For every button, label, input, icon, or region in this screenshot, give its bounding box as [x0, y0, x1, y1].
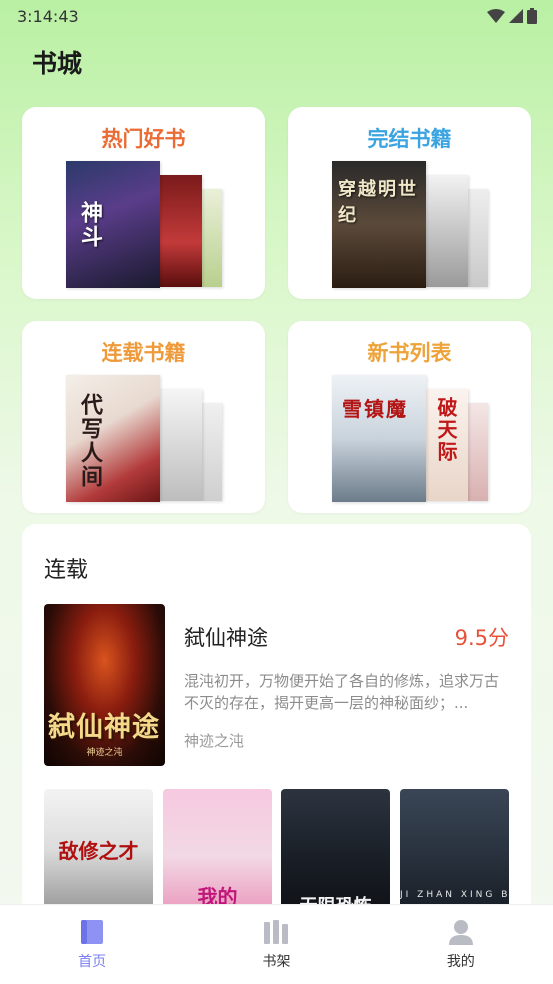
cover-title: 穿越明世纪	[338, 179, 418, 226]
category-title: 完结书籍	[367, 127, 452, 151]
status-icons	[487, 8, 537, 24]
book-thumb-title: JI ZHAN XING BU	[400, 890, 509, 900]
tab-label: 我的	[446, 954, 475, 970]
book-cover	[160, 175, 202, 287]
category-title: 连载书籍	[101, 341, 186, 365]
status-bar: 3:14:43	[0, 0, 553, 32]
featured-cover-title: 弑仙神途	[48, 712, 160, 743]
book-cover	[202, 403, 222, 501]
category-card-hot[interactable]: 热门好书 神斗	[22, 107, 265, 299]
book-cover: 代写人间	[66, 375, 160, 502]
section-title: 连载	[44, 558, 89, 583]
featured-book-description: 混沌初开，万物便开始了各自的修炼，追求万古不灭的存在，揭开更高一层的神秘面纱；.…	[184, 672, 500, 712]
page-title: 书城	[32, 49, 83, 78]
tab-profile[interactable]: 我的	[369, 905, 553, 984]
cover-stack: 穿越明世纪	[332, 161, 492, 289]
book-thumb-title: 敌修之才	[58, 839, 139, 863]
book-cover: 穿越明世纪	[332, 161, 426, 288]
wifi-icon	[487, 9, 505, 23]
book-icon	[81, 920, 104, 944]
bookshelf-icon	[264, 920, 289, 944]
status-time: 3:14:43	[17, 6, 79, 26]
book-cover	[160, 389, 202, 501]
cover-title: 破天际	[434, 397, 458, 463]
book-cover	[468, 403, 488, 501]
book-cover	[202, 189, 222, 287]
featured-cover-subtitle: 神迹之沌	[86, 748, 123, 758]
featured-book-cover[interactable]: 弑仙神途 神迹之沌	[44, 604, 165, 766]
tab-label: 首页	[78, 954, 107, 970]
tab-label: 书架	[262, 954, 291, 970]
cover-stack: 破天际 雪镇魔	[332, 375, 492, 503]
cover-title: 神斗	[77, 201, 103, 249]
serial-section: 连载 弑仙神途 神迹之沌 弑仙神途 9.5分 混沌初开，万物便开始了各自的修炼，…	[22, 524, 531, 924]
category-card-finished[interactable]: 完结书籍 穿越明世纪	[288, 107, 531, 299]
category-title: 新书列表	[367, 341, 452, 365]
featured-book-author: 神迹之沌	[184, 732, 245, 750]
cover-stack: 代写人间	[66, 375, 226, 503]
book-cover: 破天际	[426, 389, 468, 501]
cover-stack: 神斗	[66, 161, 226, 289]
bottom-tab-bar: 首页 书架 我的	[0, 904, 553, 984]
category-title: 热门好书	[101, 127, 186, 151]
user-icon	[448, 920, 473, 945]
category-card-new[interactable]: 新书列表 破天际 雪镇魔	[288, 321, 531, 513]
tab-bookshelf[interactable]: 书架	[184, 905, 368, 984]
featured-book-score: 9.5分	[454, 626, 509, 650]
book-cover: 雪镇魔	[332, 375, 426, 502]
tab-home[interactable]: 首页	[0, 905, 184, 984]
book-cover: 神斗	[66, 161, 160, 288]
category-card-serial[interactable]: 连载书籍 代写人间	[22, 321, 265, 513]
book-cover	[468, 189, 488, 287]
featured-book-title[interactable]: 弑仙神途	[184, 622, 268, 652]
book-cover	[426, 175, 468, 287]
cover-title: 代写人间	[77, 393, 103, 489]
signal-icon	[509, 9, 523, 23]
battery-icon	[527, 8, 537, 24]
cover-title: 雪镇魔	[342, 397, 408, 421]
